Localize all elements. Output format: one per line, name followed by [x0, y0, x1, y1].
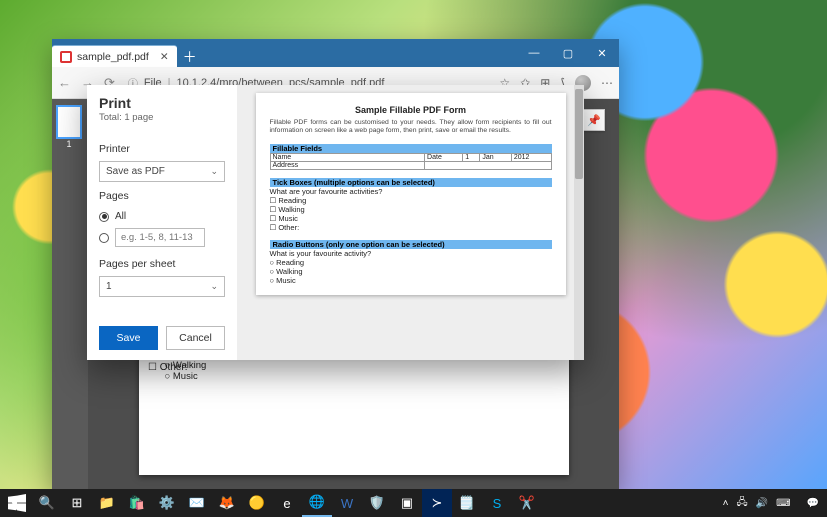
system-tray[interactable]: ˄ 🖧 🔊 ⌨ 💬: [723, 495, 825, 512]
taskbar-app-skype[interactable]: S: [482, 489, 512, 517]
nav-back-icon[interactable]: ←: [58, 75, 71, 91]
tab-close-icon[interactable]: ✕: [160, 51, 169, 63]
taskbar-app-settings[interactable]: ⚙️: [152, 489, 182, 517]
taskbar-app-snip[interactable]: ✂️: [512, 489, 542, 517]
print-options-panel: Print Total: 1 page Printer Save as PDF …: [87, 85, 237, 360]
print-dialog: Print Total: 1 page Printer Save as PDF …: [87, 85, 584, 360]
tray-network-icon[interactable]: 🖧: [737, 495, 748, 512]
radio-walking[interactable]: Walking: [165, 360, 543, 371]
chevron-down-icon: ⌄: [210, 166, 218, 177]
printer-select[interactable]: Save as PDF ⌄: [99, 161, 225, 182]
browser-tab[interactable]: sample_pdf.pdf ✕: [52, 45, 177, 67]
cancel-button[interactable]: Cancel: [166, 326, 225, 350]
taskbar-app-word[interactable]: W: [332, 489, 362, 517]
chevron-down-icon: ⌄: [210, 281, 218, 292]
window-close-button[interactable]: ✕: [585, 39, 619, 67]
tray-language-icon[interactable]: ⌨: [776, 498, 790, 509]
search-button[interactable]: 🔍: [32, 489, 62, 517]
tray-notifications-icon[interactable]: 💬: [807, 498, 819, 509]
taskbar[interactable]: 🔍 ⊞ 📁 🛍️ ⚙️ ✉️ 🦊 🟡 е 🌐 W 🛡️ ▣ ≻ 🗒️ S ✂️ …: [0, 489, 827, 517]
tray-overflow-icon[interactable]: ˄: [723, 498, 729, 509]
taskbar-app-chrome[interactable]: 🟡: [242, 489, 272, 517]
taskbar-app-firefox[interactable]: 🦊: [212, 489, 242, 517]
save-button[interactable]: Save: [99, 326, 158, 350]
more-menu-icon[interactable]: ⋯: [601, 76, 613, 90]
radio-icon: [99, 212, 109, 222]
titlebar[interactable]: sample_pdf.pdf ✕ ＋ — ▢ ✕: [52, 39, 619, 67]
print-preview-page: Sample Fillable PDF Form Fillable PDF fo…: [256, 93, 566, 295]
underlying-checkbox-other[interactable]: Other:: [148, 362, 188, 373]
pages-all-radio[interactable]: All: [99, 211, 225, 222]
radio-icon: [99, 233, 109, 243]
task-view-button[interactable]: ⊞: [62, 489, 92, 517]
preview-scrollbar[interactable]: [574, 85, 584, 360]
pages-label: Pages: [99, 190, 225, 202]
page-thumbnail[interactable]: 1: [56, 105, 82, 139]
pages-range-input[interactable]: [115, 228, 205, 247]
pages-range-radio[interactable]: [99, 228, 225, 247]
pages-per-sheet-select[interactable]: 1 ⌄: [99, 276, 225, 297]
taskbar-app-mail[interactable]: ✉️: [182, 489, 212, 517]
window-maximize-button[interactable]: ▢: [551, 39, 585, 67]
start-button[interactable]: [2, 489, 32, 517]
dialog-title: Print: [99, 95, 225, 111]
taskbar-app-powershell[interactable]: ≻: [422, 489, 452, 517]
window-minimize-button[interactable]: —: [517, 39, 551, 67]
taskbar-app-edge[interactable]: 🌐: [302, 489, 332, 517]
print-preview-pane[interactable]: Sample Fillable PDF Form Fillable PDF fo…: [237, 85, 584, 360]
pin-toolbar-button[interactable]: 📌: [583, 109, 605, 131]
taskbar-app-ie[interactable]: е: [272, 489, 302, 517]
taskbar-app-notes[interactable]: 🗒️: [452, 489, 482, 517]
taskbar-app-terminal[interactable]: ▣: [392, 489, 422, 517]
pages-per-sheet-label: Pages per sheet: [99, 258, 225, 270]
page-total: Total: 1 page: [99, 112, 225, 123]
taskbar-app-explorer[interactable]: 📁: [92, 489, 122, 517]
radio-music[interactable]: Music: [165, 371, 543, 382]
new-tab-button[interactable]: ＋: [177, 47, 203, 67]
tab-title: sample_pdf.pdf: [77, 51, 149, 63]
printer-label: Printer: [99, 143, 225, 155]
windows-icon: [8, 494, 26, 512]
tray-volume-icon[interactable]: 🔊: [756, 498, 768, 509]
pdf-favicon-icon: [60, 51, 72, 63]
taskbar-app-security[interactable]: 🛡️: [362, 489, 392, 517]
page-thumbnail-number: 1: [58, 139, 80, 149]
thumbnail-strip[interactable]: 1: [52, 99, 88, 489]
taskbar-app-store[interactable]: 🛍️: [122, 489, 152, 517]
